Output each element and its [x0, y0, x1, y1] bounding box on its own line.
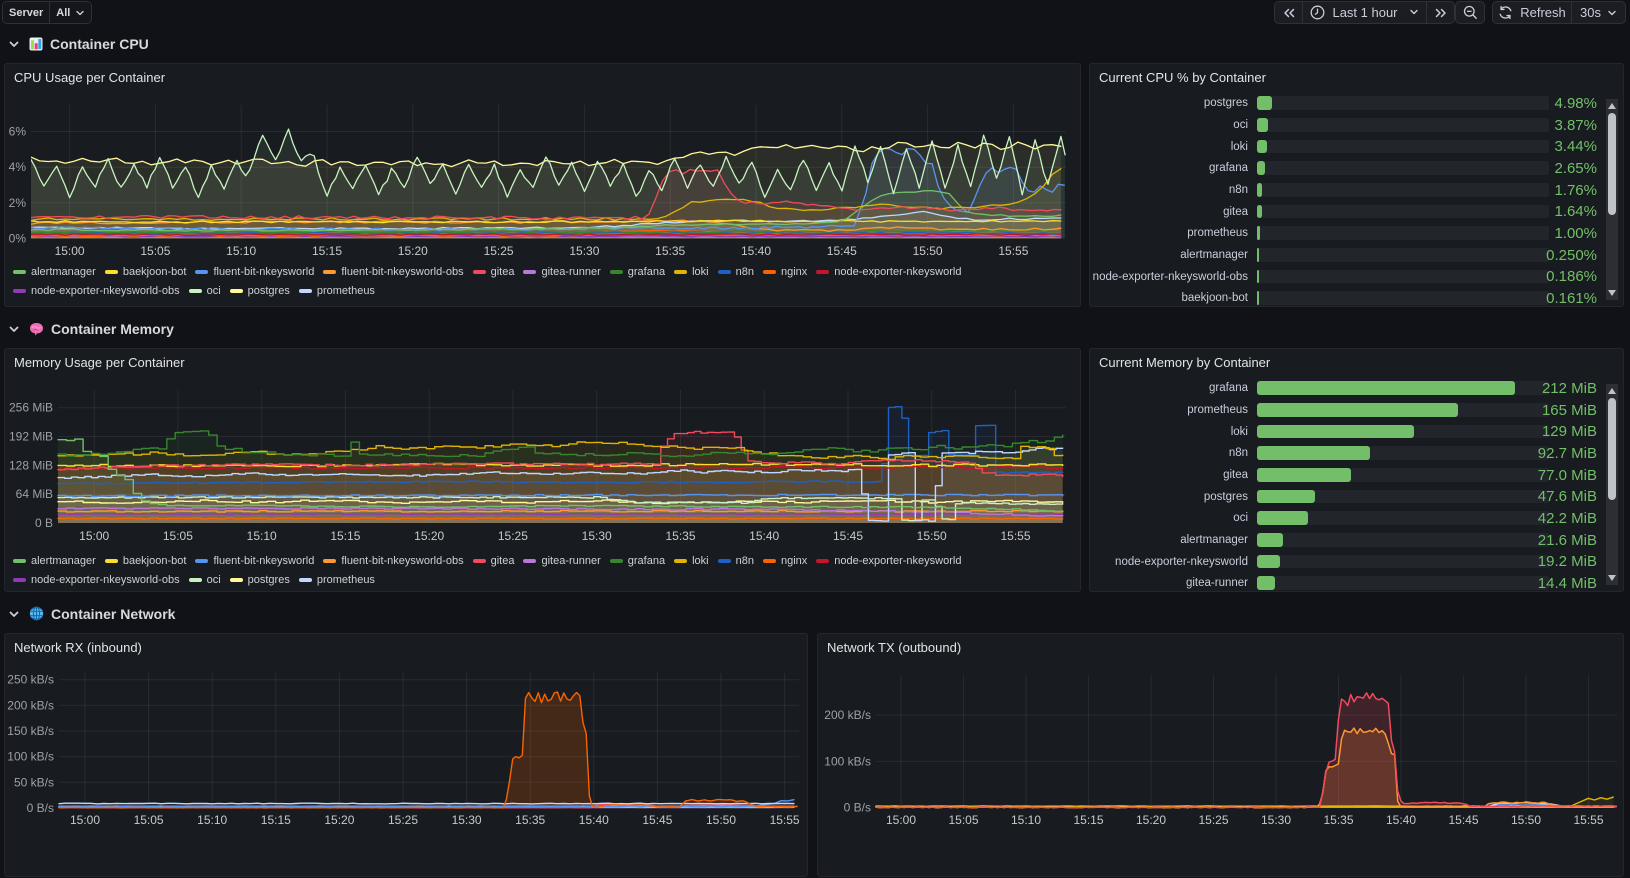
svg-text:15:00: 15:00 [79, 529, 109, 543]
svg-text:0 B/s: 0 B/s [844, 801, 871, 815]
svg-text:15:15: 15:15 [1073, 813, 1103, 827]
svg-text:15:45: 15:45 [1448, 813, 1478, 827]
svg-text:15:25: 15:25 [484, 244, 514, 258]
svg-text:200 kB/s: 200 kB/s [824, 708, 871, 722]
svg-text:15:05: 15:05 [948, 813, 978, 827]
svg-text:15:00: 15:00 [55, 244, 85, 258]
svg-text:15:45: 15:45 [833, 529, 863, 543]
svg-text:15:30: 15:30 [582, 529, 612, 543]
svg-text:15:50: 15:50 [706, 813, 736, 827]
svg-text:15:35: 15:35 [655, 244, 685, 258]
svg-text:15:55: 15:55 [1573, 813, 1603, 827]
svg-text:192 MiB: 192 MiB [9, 430, 53, 444]
svg-text:15:30: 15:30 [569, 244, 599, 258]
svg-text:150 kB/s: 150 kB/s [7, 724, 54, 738]
svg-text:15:25: 15:25 [388, 813, 418, 827]
svg-text:6%: 6% [9, 125, 27, 139]
svg-text:0 B/s: 0 B/s [27, 801, 54, 815]
svg-text:0%: 0% [9, 232, 27, 246]
svg-text:15:25: 15:25 [1198, 813, 1228, 827]
svg-text:15:30: 15:30 [452, 813, 482, 827]
svg-text:15:40: 15:40 [1386, 813, 1416, 827]
svg-text:256 MiB: 256 MiB [9, 401, 53, 415]
svg-text:15:40: 15:40 [579, 813, 609, 827]
svg-text:15:15: 15:15 [261, 813, 291, 827]
svg-text:15:10: 15:10 [197, 813, 227, 827]
svg-text:15:20: 15:20 [1136, 813, 1166, 827]
svg-text:15:50: 15:50 [917, 529, 947, 543]
svg-text:200 kB/s: 200 kB/s [7, 698, 54, 712]
svg-text:15:35: 15:35 [515, 813, 545, 827]
svg-text:250 kB/s: 250 kB/s [7, 673, 54, 687]
svg-text:15:25: 15:25 [498, 529, 528, 543]
svg-text:15:55: 15:55 [998, 244, 1028, 258]
svg-text:15:05: 15:05 [134, 813, 164, 827]
svg-text:100 kB/s: 100 kB/s [7, 750, 54, 764]
svg-text:15:40: 15:40 [741, 244, 771, 258]
svg-text:15:00: 15:00 [70, 813, 100, 827]
svg-text:15:05: 15:05 [163, 529, 193, 543]
svg-text:15:10: 15:10 [247, 529, 277, 543]
svg-text:15:20: 15:20 [398, 244, 428, 258]
svg-text:15:35: 15:35 [1323, 813, 1353, 827]
svg-text:2%: 2% [9, 196, 27, 210]
svg-text:15:45: 15:45 [827, 244, 857, 258]
svg-text:15:30: 15:30 [1261, 813, 1291, 827]
svg-text:4%: 4% [9, 160, 27, 174]
svg-text:15:05: 15:05 [140, 244, 170, 258]
svg-text:15:00: 15:00 [886, 813, 916, 827]
svg-text:128 MiB: 128 MiB [9, 458, 53, 472]
svg-text:15:45: 15:45 [642, 813, 672, 827]
svg-text:15:50: 15:50 [1511, 813, 1541, 827]
svg-text:15:35: 15:35 [665, 529, 695, 543]
svg-text:64 MiB: 64 MiB [16, 487, 53, 501]
svg-text:15:15: 15:15 [312, 244, 342, 258]
svg-text:0 B: 0 B [35, 516, 53, 530]
svg-text:15:55: 15:55 [1000, 529, 1030, 543]
svg-text:15:20: 15:20 [324, 813, 354, 827]
svg-text:15:20: 15:20 [414, 529, 444, 543]
svg-text:15:15: 15:15 [330, 529, 360, 543]
svg-text:100 kB/s: 100 kB/s [824, 754, 871, 768]
svg-text:50 kB/s: 50 kB/s [14, 775, 54, 789]
svg-text:15:10: 15:10 [1011, 813, 1041, 827]
svg-text:15:40: 15:40 [749, 529, 779, 543]
svg-text:15:50: 15:50 [913, 244, 943, 258]
svg-text:15:55: 15:55 [770, 813, 800, 827]
svg-text:15:10: 15:10 [226, 244, 256, 258]
